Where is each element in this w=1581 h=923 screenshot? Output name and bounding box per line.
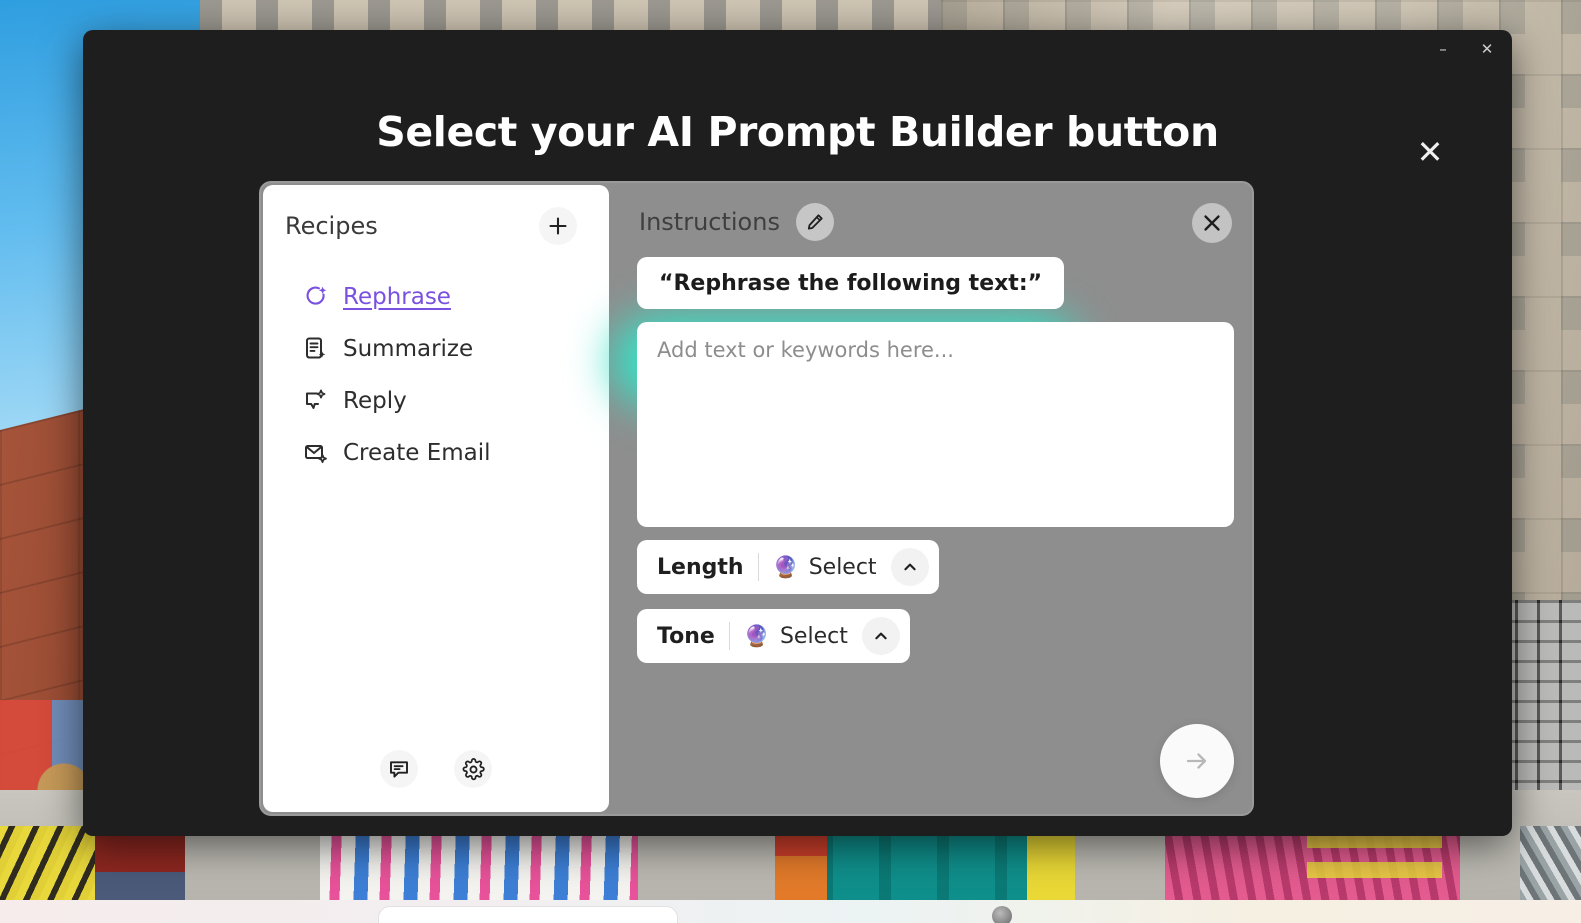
taskbar (0, 900, 1581, 923)
recipe-item-reply[interactable]: Reply (285, 375, 587, 427)
keywords-input[interactable]: Add text or keywords here... (637, 322, 1234, 527)
recipe-list: Rephrase Summarize Reply Create Email (263, 271, 609, 479)
tone-label: Tone (657, 623, 715, 649)
minimize-button[interactable]: – (1432, 38, 1454, 60)
graffiti-panel-yellow (0, 826, 95, 900)
tone-chevron-up-icon[interactable] (861, 617, 900, 655)
graffiti-panel-person (95, 826, 185, 900)
recipe-item-label: Rephrase (343, 284, 451, 310)
plus-icon (549, 217, 567, 235)
window-controls: – ✕ (1432, 38, 1498, 60)
settings-button[interactable] (454, 750, 492, 788)
length-label: Length (657, 554, 744, 580)
crystal-ball-icon: 🔮 (772, 555, 799, 579)
reply-icon (303, 388, 329, 414)
recipe-item-create-email[interactable]: Create Email (285, 427, 587, 479)
close-icon (1204, 215, 1220, 231)
rephrase-icon (303, 284, 329, 310)
feedback-icon (390, 761, 408, 778)
page-title: Select your AI Prompt Builder button (376, 108, 1219, 156)
recipe-item-rephrase[interactable]: Rephrase (285, 271, 587, 323)
length-select-row[interactable]: Length 🔮 Select (637, 540, 939, 594)
window-close-button[interactable]: ✕ (1476, 38, 1498, 60)
recipes-header: Recipes (263, 185, 609, 245)
graffiti-panel-right (1520, 826, 1581, 900)
ai-prompt-builder-widget: Recipes Rephrase Summarize Reply Create … (259, 181, 1254, 816)
tone-select-row[interactable]: Tone 🔮 Select (637, 609, 910, 663)
crystal-ball-icon: 🔮 (743, 624, 770, 648)
recipe-item-label: Summarize (343, 336, 474, 362)
taskbar-window-pill[interactable] (378, 906, 678, 923)
keywords-placeholder: Add text or keywords here... (657, 338, 954, 362)
taskbar-app-logo[interactable] (992, 906, 1012, 923)
recipes-footer (263, 750, 609, 812)
graffiti-panel-pink (1165, 826, 1460, 900)
summarize-icon (303, 336, 329, 362)
desktop-background: – ✕ Select your AI Prompt Builder button… (0, 0, 1581, 923)
edit-instructions-button[interactable] (795, 203, 834, 241)
pencil-edit-icon (808, 213, 824, 230)
graffiti-panel-blue (320, 826, 638, 900)
settings-gear-icon (462, 757, 485, 780)
tone-value: Select (779, 623, 848, 649)
recipes-panel: Recipes Rephrase Summarize Reply Create … (263, 185, 609, 812)
submit-button[interactable] (1160, 724, 1234, 798)
recipe-item-label: Create Email (343, 440, 491, 466)
app-window: – ✕ Select your AI Prompt Builder button… (83, 30, 1512, 836)
length-value: Select (808, 554, 877, 580)
instructions-panel: Instructions “Rephrase the following tex… (611, 183, 1252, 814)
recipe-item-summarize[interactable]: Summarize (285, 323, 587, 375)
dialog-close-button[interactable]: ✕ (1408, 130, 1452, 174)
feedback-button[interactable] (380, 750, 418, 788)
length-chevron-up-icon[interactable] (890, 548, 929, 586)
recipes-title: Recipes (285, 212, 378, 240)
instructions-close-button[interactable] (1192, 203, 1232, 243)
recipe-item-label: Reply (343, 388, 407, 414)
prompt-instruction-chip[interactable]: “Rephrase the following text:” (637, 257, 1065, 309)
add-recipe-button[interactable] (539, 207, 577, 245)
create-email-icon (303, 440, 329, 466)
graffiti-panel-teal (775, 826, 1075, 900)
instructions-header: Instructions (639, 203, 834, 241)
instructions-title: Instructions (639, 208, 780, 236)
arrow-right-icon (1186, 753, 1207, 769)
